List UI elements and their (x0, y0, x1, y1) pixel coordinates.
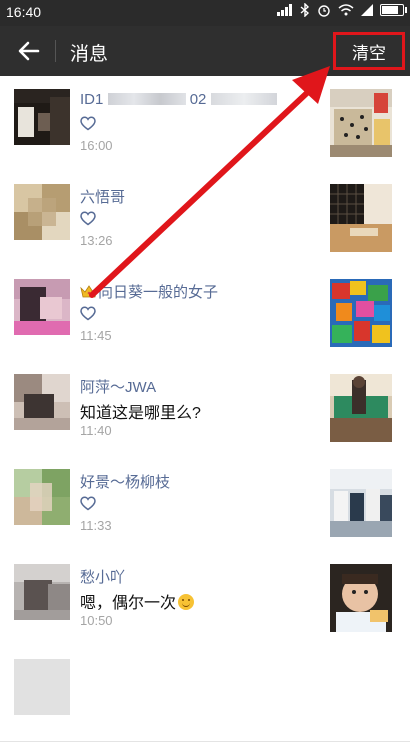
avatar[interactable] (14, 564, 70, 620)
photo-thumbnail[interactable] (330, 374, 392, 442)
nickname-text: 向日葵一般的女子 (98, 284, 219, 301)
avatar[interactable] (14, 184, 70, 240)
crown-icon (80, 285, 98, 298)
photo-thumbnail[interactable] (330, 564, 392, 632)
avatar[interactable] (14, 279, 70, 335)
list-item[interactable] (0, 646, 410, 742)
smile-emoji-icon (178, 594, 195, 610)
status-icons (277, 3, 407, 17)
timestamp: 16:00 (80, 138, 113, 153)
avatar[interactable] (14, 89, 70, 145)
alarm-icon (318, 5, 330, 17)
heart-icon (80, 116, 96, 131)
signal-icon (277, 4, 292, 16)
battery-icon (380, 4, 407, 16)
header-bar: 消息 清空 (0, 26, 410, 76)
nickname: 阿萍～JWA (80, 379, 157, 396)
photo-thumbnail[interactable] (330, 89, 392, 157)
photo-thumbnail[interactable] (330, 184, 392, 252)
status-bar: 16:40 (0, 0, 410, 26)
message-content: 嗯，偶尔一次 (80, 589, 195, 613)
avatar[interactable] (14, 659, 70, 715)
list-item[interactable]: 向日葵一般的女子 11:45 (0, 266, 410, 362)
message-text: 嗯，偶尔一次 (80, 595, 177, 612)
avatar[interactable] (14, 374, 70, 430)
bluetooth-icon (300, 3, 310, 17)
message-content: 知道这是哪里么? (80, 405, 201, 422)
heart-icon (80, 306, 96, 321)
back-arrow-icon[interactable] (16, 38, 42, 64)
list-item[interactable]: 愁小吖 嗯，偶尔一次 10:50 (0, 551, 410, 647)
nickname-text: ID1 (80, 91, 104, 108)
heart-icon (80, 211, 96, 226)
list-item[interactable]: 阿萍～JWA 知道这是哪里么? 11:40 (0, 361, 410, 457)
nickname: ID1 02 (80, 91, 277, 108)
redacted-block-2 (210, 93, 277, 105)
header-divider (55, 40, 56, 62)
photo-thumbnail[interactable] (330, 279, 392, 347)
clear-button[interactable]: 清空 (333, 32, 405, 70)
signal-icon-2 (361, 4, 373, 16)
nickname: 愁小吖 (80, 569, 126, 586)
status-time: 16:40 (6, 4, 42, 20)
timestamp: 11:33 (80, 518, 112, 533)
list-item[interactable]: 六悟哥 13:26 (0, 171, 410, 267)
redacted-block (107, 93, 186, 105)
nickname: 好景～杨柳枝 (80, 474, 171, 491)
timestamp: 10:50 (80, 613, 113, 628)
timestamp: 11:40 (80, 423, 112, 438)
wifi-icon (338, 4, 354, 16)
heart-icon (80, 496, 96, 511)
nickname-tail: 02 (189, 91, 207, 108)
nickname: 六悟哥 (80, 189, 126, 206)
list-item[interactable]: 好景～杨柳枝 11:33 (0, 456, 410, 552)
timestamp: 13:26 (80, 233, 113, 248)
timestamp: 11:45 (80, 328, 112, 343)
photo-thumbnail[interactable] (330, 469, 392, 537)
list-item[interactable]: ID1 02 16:00 (0, 76, 410, 172)
nickname: 向日葵一般的女子 (80, 281, 218, 302)
avatar[interactable] (14, 469, 70, 525)
page-title: 消息 (70, 44, 109, 65)
